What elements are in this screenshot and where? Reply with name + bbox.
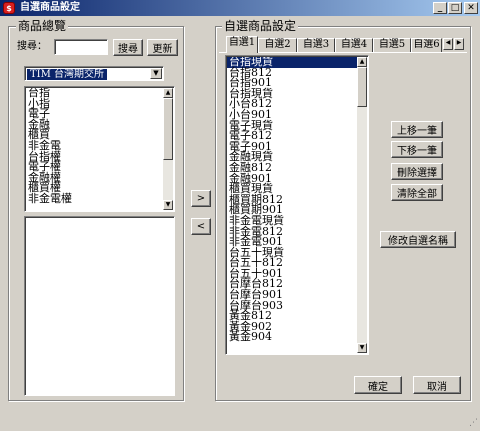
tab-favorite-4[interactable]: 自選4: [335, 38, 373, 52]
chevron-down-icon[interactable]: ▼: [150, 68, 162, 79]
tab-favorite-2[interactable]: 自選2: [258, 38, 297, 52]
list-item[interactable]: 黃金904: [227, 332, 357, 343]
tab-favorite-1[interactable]: 自選1: [226, 36, 258, 53]
clear-all-button[interactable]: 清除全部: [391, 184, 443, 201]
favorites-list: 台指現貨 台指812 台指901 台指現貨 小台812 小台901 電子現貨 電子812 電子9…: [225, 55, 369, 355]
favorites-list-items: 台指現貨 台指812 台指901 台指現貨 小台812 小台901 電子現貨 電子812 電子9…: [227, 57, 357, 353]
delete-selected-button[interactable]: 刪除選擇: [391, 163, 443, 180]
move-up-button[interactable]: 上移一筆: [391, 121, 443, 138]
scroll-down-icon[interactable]: ▼: [163, 200, 173, 210]
product-overview-title: 商品總覽: [16, 19, 69, 33]
title-bar[interactable]: $ 自選商品設定 _ □ ✕: [0, 0, 480, 16]
product-list: 台指 小指 電子 金融 櫃買 非金電 台指權 電子權 金融權 櫃買權 非金電權 ▲ ▼: [24, 86, 175, 212]
product-list-scrollbar[interactable]: ▲ ▼: [163, 88, 173, 210]
favorites-list-scrollbar[interactable]: ▲ ▼: [357, 57, 367, 353]
refresh-button[interactable]: 更新: [147, 39, 178, 56]
minimize-icon[interactable]: _: [433, 2, 447, 14]
window: $ 自選商品設定 _ □ ✕ 商品總覽 搜尋： 搜尋 更新 TIM 台灣期交所 …: [0, 0, 480, 431]
search-label: 搜尋：: [17, 41, 47, 52]
remove-from-favorites-button[interactable]: <: [191, 218, 211, 235]
tab-favorite-3[interactable]: 自選3: [297, 38, 335, 52]
window-title: 自選商品設定: [20, 2, 80, 13]
search-button[interactable]: 搜尋: [113, 39, 143, 56]
search-input[interactable]: [54, 39, 108, 55]
exchange-select[interactable]: TIM 台灣期交所 ▼: [24, 66, 164, 81]
cancel-button[interactable]: 取消: [413, 376, 461, 394]
product-detail-box: [24, 216, 175, 396]
app-icon: $: [3, 2, 15, 14]
rename-favorites-button[interactable]: 修改自選名稱: [380, 231, 456, 248]
move-down-button[interactable]: 下移一筆: [391, 141, 443, 158]
favorites-settings-title: 自選商品設定: [222, 19, 299, 33]
tab-favorite-5[interactable]: 自選5: [373, 38, 411, 52]
maximize-icon[interactable]: □: [448, 2, 462, 14]
close-icon[interactable]: ✕: [464, 2, 478, 14]
resize-grip-icon[interactable]: ⋰: [466, 417, 478, 429]
tab-favorite-6[interactable]: 自選6: [411, 38, 442, 52]
scroll-down-icon[interactable]: ▼: [357, 343, 367, 353]
scroll-up-icon[interactable]: ▲: [163, 88, 173, 98]
add-to-favorites-button[interactable]: >: [191, 190, 211, 207]
tab-scroll-right-icon[interactable]: ▶: [454, 38, 464, 50]
product-list-items: 台指 小指 電子 金融 櫃買 非金電 台指權 電子權 金融權 櫃買權 非金電權: [26, 88, 163, 210]
scroll-thumb[interactable]: [163, 98, 173, 160]
scroll-thumb[interactable]: [357, 67, 367, 107]
scroll-up-icon[interactable]: ▲: [357, 57, 367, 67]
exchange-selected-value: TIM 台灣期交所: [27, 69, 108, 80]
ok-button[interactable]: 確定: [354, 376, 402, 394]
list-item[interactable]: 非金電權: [26, 193, 163, 205]
tab-scroll-left-icon[interactable]: ◀: [443, 38, 453, 50]
